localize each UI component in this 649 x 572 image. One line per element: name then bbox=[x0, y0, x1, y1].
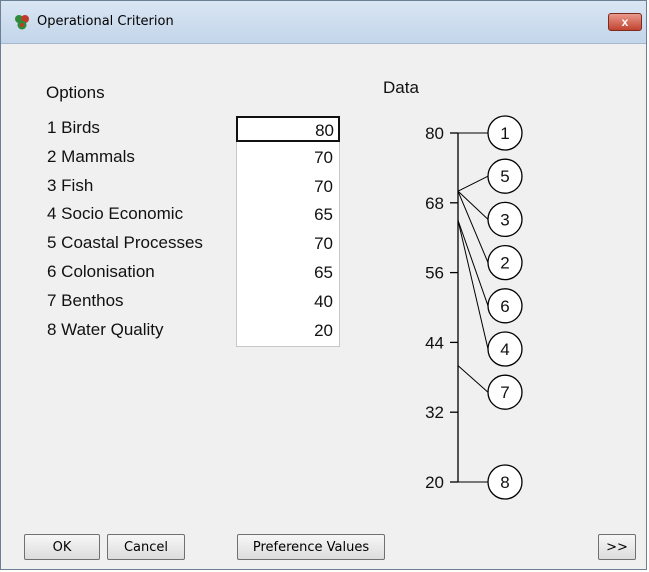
scale-tick-label: 56 bbox=[425, 264, 444, 283]
app-icon bbox=[15, 15, 29, 30]
node-connector bbox=[457, 220, 489, 350]
close-icon: x bbox=[621, 15, 629, 29]
data-scale-chart: 80685644322015326478 bbox=[425, 115, 523, 500]
close-button[interactable]: x bbox=[608, 13, 642, 31]
more-button[interactable]: >> bbox=[598, 534, 636, 560]
title-bar[interactable]: Operational Criterion x bbox=[1, 1, 646, 44]
option-node-label: 8 bbox=[500, 473, 509, 492]
option-node-label: 4 bbox=[500, 340, 509, 359]
option-node-label: 6 bbox=[500, 297, 509, 316]
node-connector bbox=[457, 220, 489, 306]
node-connector bbox=[457, 365, 489, 393]
option-node-label: 3 bbox=[500, 210, 509, 229]
dialog-content: Options Data 1 Birds 2 Mammals 3 Fish 4 Soc… bbox=[7, 44, 642, 565]
scale-tick-label: 32 bbox=[425, 403, 444, 422]
preference-values-button[interactable]: Preference Values bbox=[237, 534, 385, 560]
cancel-button[interactable]: Cancel bbox=[107, 534, 185, 560]
option-node-label: 7 bbox=[500, 383, 509, 402]
scale-tick-label: 44 bbox=[425, 333, 444, 352]
scale-tick-label: 68 bbox=[425, 194, 444, 213]
ok-button[interactable]: OK bbox=[24, 534, 100, 560]
node-connector bbox=[457, 190, 489, 263]
scale-tick-label: 80 bbox=[425, 124, 444, 143]
option-node-label: 2 bbox=[500, 254, 509, 273]
option-node-label: 1 bbox=[500, 124, 509, 143]
node-connector bbox=[457, 190, 489, 220]
scale-tick-label: 20 bbox=[425, 473, 444, 492]
window-title: Operational Criterion bbox=[37, 14, 174, 29]
option-node-label: 5 bbox=[500, 167, 509, 186]
node-connector bbox=[457, 175, 489, 192]
operational-criterion-window: Operational Criterion x Options Data 1 B… bbox=[0, 0, 647, 570]
